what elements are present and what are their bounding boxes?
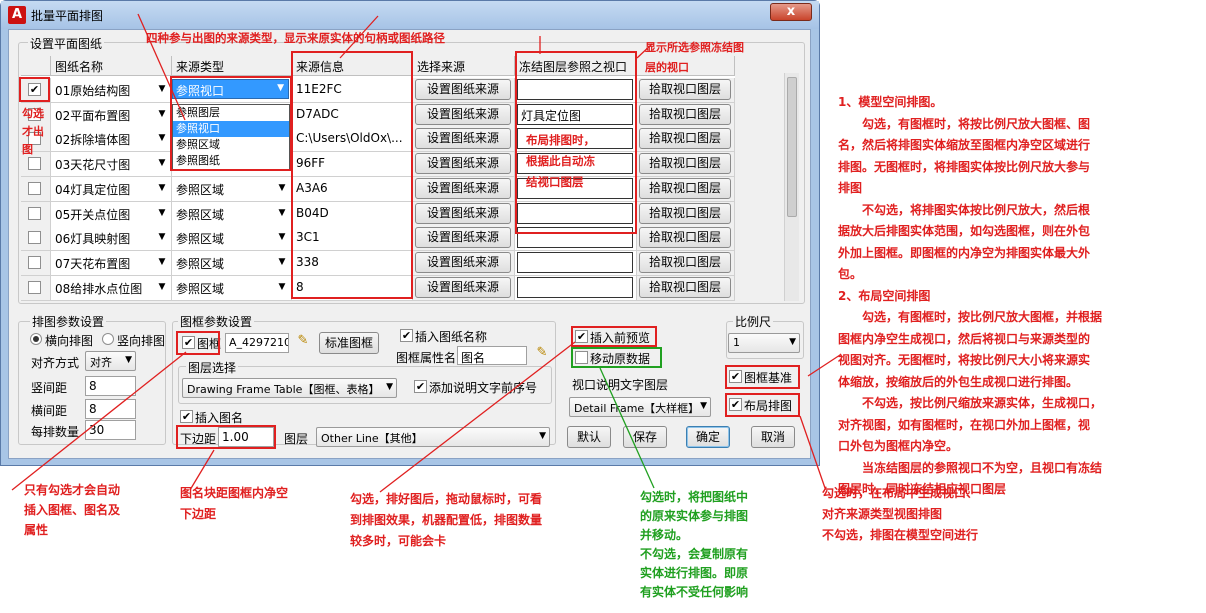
annotation-line: 视图对齐。无图框时，将按比例尺大小将来源实 [838,353,1091,367]
annotation-line: 并移动。 [640,528,689,542]
annotation-line: 图名块距图框内净空 [180,486,289,500]
annotation-line: 图 [22,143,33,156]
annotation-line: 图框内净空生成视口，然后将视口与来源类型的 [838,331,1091,346]
annotation-line: 口外包为图框内净空。 [838,439,959,453]
annotation-line: 下边距 [180,507,217,521]
annotation-line: 才出 [22,125,44,138]
annotation-line: 勾选 [22,107,44,120]
annotation-line: 只有勾选才会自动 [24,483,121,497]
annotation-line: 不勾选，按比例尺缩放来源实体，生成视口， [838,396,1103,410]
annotation-line: 勾选，有图框时，将按比例尺放大图框、图 [838,116,1091,131]
annotation-line: 较多时，可能会卡 [350,534,447,548]
annotation-viewport: 显示所选参照冻结图 层的视口 [645,38,744,78]
annotation-line: 当冻结图层的参照视口不为空，且视口有冻结 [838,460,1103,475]
annotation-layout-freeze: 布局排图时， 根据此自动冻 结视口图层 [526,130,595,193]
annotation-layout: 勾选时，在布局中生成视口、 对齐来源类型视图排图不勾选，排图在模型空间进行 [822,483,978,546]
annotation-line: 包。 [838,267,863,281]
annotation-line: 勾选，有图框时，按比例尺放大图框，并根据 [838,310,1103,324]
annotation-line: 据放大后排图实体范围，如勾选图框，则在外包 [838,224,1091,238]
annotation-line: 根据此自动冻 [526,154,595,168]
annotation-line: 属性 [24,523,49,537]
annotation-line: 不勾选，会复制原有 [640,547,749,561]
annotation-line: 不勾选，将排图实体按比例尺放大，然后根 [838,202,1091,217]
annotation-preview: 勾选，排好图后，拖动鼠标时，可看 到排图效果，机器配置低，排图数量 较多时，可能会卡 [350,489,542,552]
annotation-line: 排图。无图框时，将排图实体按比例尺放大参与 [838,159,1091,174]
annotation-line: 1、模型空间排图。 [838,95,943,109]
annotation-line: 显示所选参照冻结图 [645,41,744,54]
annotation-line: 2、布局空间排图 [838,288,931,303]
annotation-line: 插入图框、图名及 [24,503,121,517]
annotation-auto-insert: 只有勾选才会自动 插入图框、图名及 属性 [24,480,120,540]
annotation-line: 体缩放，按缩放后的外包生成视口进行排图。 [838,374,1079,389]
annotation-line: 到排图效果，机器配置低，排图数量 [350,513,543,527]
annotation-line: 层的视口 [645,61,689,74]
annotation-line: 勾选时，将把图纸中 [640,490,749,504]
annotation-line: 名，然后将排图实体缩放至图框内净空区域进行 [838,138,1091,152]
annotation-line: 实体进行排图。即原 [640,566,749,580]
annotation-move: 勾选时，将把图纸中 的原来实体参与排图 并移动。不勾选，会复制原有 实体进行排图。即原… [640,488,748,602]
annotation-line: 勾选，排好图后，拖动鼠标时，可看 [350,492,543,506]
annotation-left-check: 勾选 才出图 [22,105,44,159]
annotation-line: 不勾选，排图在模型空间进行 [822,528,979,542]
annotation-line: 外加上图框。即图框的内净空为排图实体最大外 [838,245,1091,260]
annotation-line: 布局排图时， [526,133,595,147]
annotation-line: 结视口图层 [526,175,584,189]
annotation-line: 的原来实体参与排图 [640,509,749,523]
annotation-bottom-margin: 图名块距图框内净空 下边距 [180,483,288,525]
annotation-line: 排图 [838,181,863,195]
annotation-line: 对齐视图，如有图框时，在视口外加上图框，视 [838,417,1091,432]
annotation-source-type: 四种参与出图的来源类型，显示来原实体的句柄或图纸路径 [146,31,445,45]
annotation-right-block: 1、模型空间排图。 勾选，有图框时，将按比例尺放大图框、图 名，然后将排图实体缩放… [838,92,1204,501]
annotation-line: 勾选时，在布局中生成视口、 [822,486,979,500]
annotation-line: 对齐来源类型视图排图 [822,507,943,521]
annotation-line: 有实体不受任何影响 [640,585,749,599]
